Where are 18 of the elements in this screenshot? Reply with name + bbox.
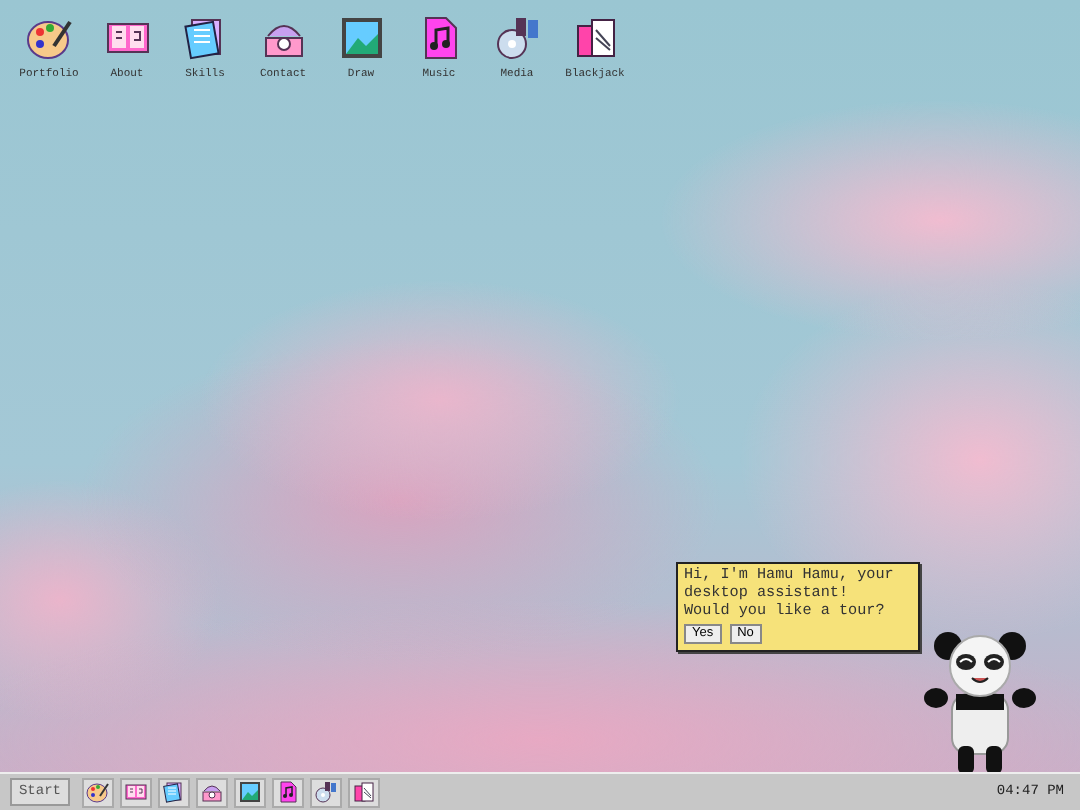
framed-picture-icon [238, 780, 262, 805]
taskbar-framed-picture-button[interactable] [234, 777, 266, 808]
taskbar-telephone-button[interactable] [196, 777, 228, 808]
framed-picture-icon[interactable] [337, 14, 385, 62]
taskbar-notepad-button[interactable] [158, 777, 190, 808]
taskbar-book-button[interactable] [120, 777, 152, 808]
music-note-icon [276, 780, 300, 805]
palette-icon [86, 780, 110, 805]
taskbar-music-note-button[interactable] [272, 777, 304, 808]
book-icon [124, 780, 148, 805]
taskbar-palette-button[interactable] [82, 777, 114, 808]
taskbar-playing-cards-button[interactable] [348, 777, 380, 808]
notepad-icon [162, 780, 186, 805]
taskbar-disc-button[interactable] [310, 777, 342, 808]
playing-cards-icon [352, 780, 376, 805]
playing-cards-icon[interactable] [571, 14, 619, 62]
disc-icon[interactable] [493, 14, 541, 62]
disc-icon [314, 780, 338, 805]
